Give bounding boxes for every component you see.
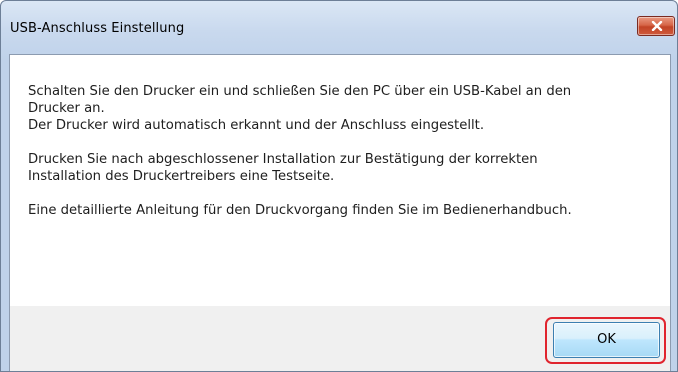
- title-bar[interactable]: USB-Anschluss Einstellung: [1, 1, 677, 53]
- message-paragraph-2: Drucken Sie nach abgeschlossener Install…: [28, 151, 658, 185]
- message-paragraph-1: Schalten Sie den Drucker ein und schließ…: [28, 83, 658, 134]
- button-area: OK: [10, 306, 670, 371]
- message-line: Installation des Druckertreibers eine Te…: [28, 169, 335, 184]
- message-line: Schalten Sie den Drucker ein und schließ…: [28, 84, 572, 99]
- dialog-content: Schalten Sie den Drucker ein und schließ…: [9, 54, 671, 371]
- close-button[interactable]: [637, 16, 675, 36]
- dialog-window: USB-Anschluss Einstellung Schalten Sie d…: [0, 0, 678, 372]
- ok-button[interactable]: OK: [553, 322, 660, 358]
- message-line: Drucker an.: [28, 101, 105, 116]
- message-paragraph-3: Eine detaillierte Anleitung für den Druc…: [28, 202, 658, 219]
- message-line: Eine detaillierte Anleitung für den Druc…: [28, 203, 572, 218]
- close-icon: [651, 21, 663, 31]
- message-line: Der Drucker wird automatisch erkannt und…: [28, 118, 485, 133]
- message-line: Drucken Sie nach abgeschlossener Install…: [28, 152, 538, 167]
- message-text: Schalten Sie den Drucker ein und schließ…: [28, 83, 658, 236]
- dialog-title: USB-Anschluss Einstellung: [10, 21, 185, 36]
